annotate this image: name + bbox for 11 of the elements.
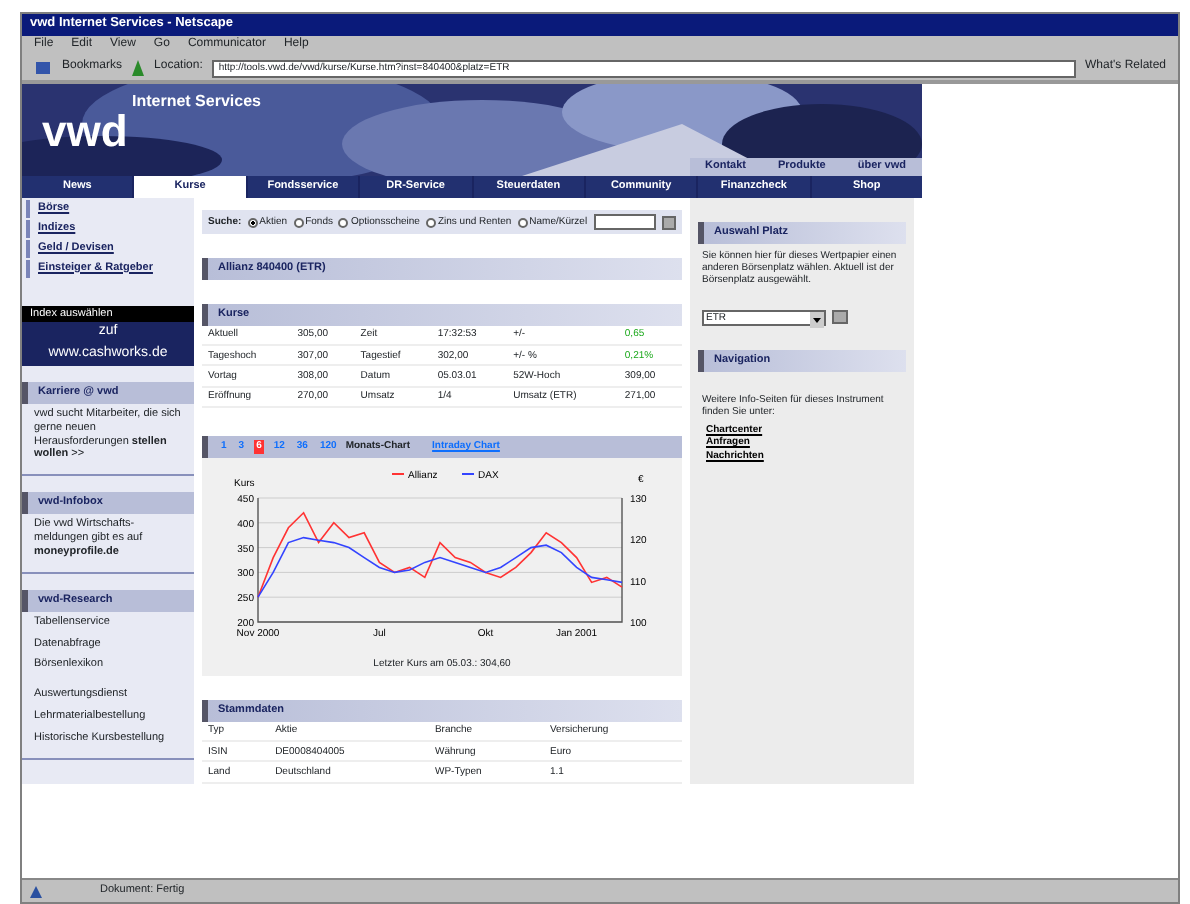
radio-button[interactable] [425, 217, 436, 227]
go-button[interactable] [662, 215, 676, 229]
radio-button[interactable] [338, 217, 349, 227]
radio-button[interactable] [293, 217, 304, 227]
go-button[interactable] [832, 310, 848, 325]
dropdown-icon [810, 311, 824, 328]
banner-subtitle: Internet Services [132, 92, 261, 112]
radio-button[interactable] [517, 217, 528, 227]
search-field[interactable] [593, 214, 657, 230]
brand-logo: vwd [42, 110, 128, 154]
radio-button[interactable] [247, 217, 258, 227]
